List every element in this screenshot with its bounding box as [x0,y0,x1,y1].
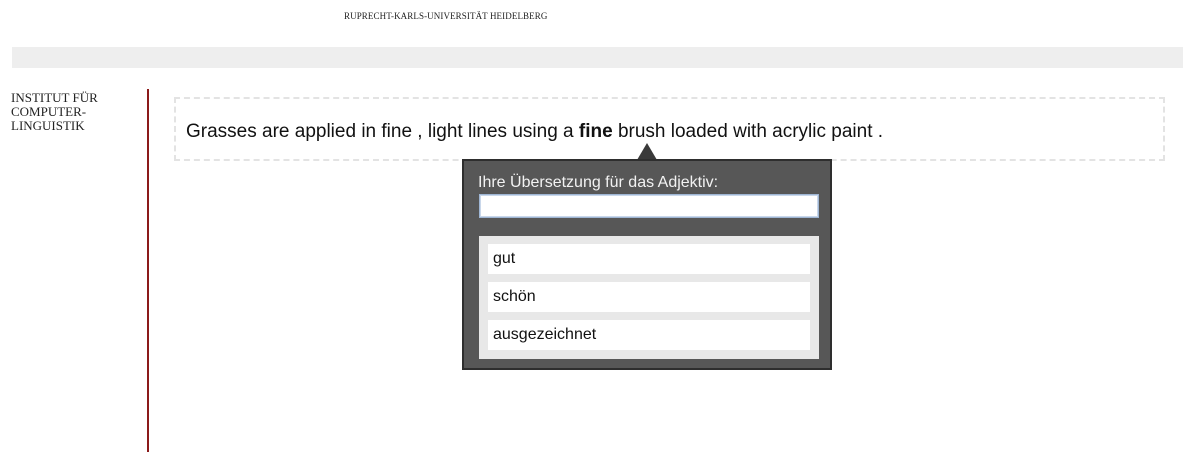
institute-line-2: COMPUTER- [11,104,87,119]
sentence-after: brush loaded with acrylic paint . [612,121,884,142]
suggestion-gut[interactable]: gut [488,244,810,274]
suggestion-schoen[interactable]: schön [488,282,810,312]
suggestion-list: gut schön ausgezeichnet [479,236,819,359]
institute-name: INSTITUT FÜR COMPUTER- LINGUISTIK [11,91,136,133]
institute-line-3: LINGUISTIK [11,118,85,133]
translation-label: Ihre Übersetzung für das Adjektiv: [478,174,719,191]
header-band [12,47,1183,68]
university-name: RUPRECHT-KARLS-UNIVERSITÄT HEIDELBERG [344,11,548,21]
sentence-text: Grasses are applied in fine , light line… [186,121,883,143]
suggestion-ausgezeichnet[interactable]: ausgezeichnet [488,320,810,350]
translation-popup: Ihre Übersetzung für das Adjektiv: gut s… [462,159,832,370]
sentence-before: Grasses are applied in fine , light line… [186,121,579,142]
popup-pointer [637,143,657,160]
sidebar-divider [147,89,149,452]
translation-input[interactable] [479,194,819,218]
institute-line-1: INSTITUT FÜR [11,90,98,105]
highlighted-word[interactable]: fine [579,121,613,142]
